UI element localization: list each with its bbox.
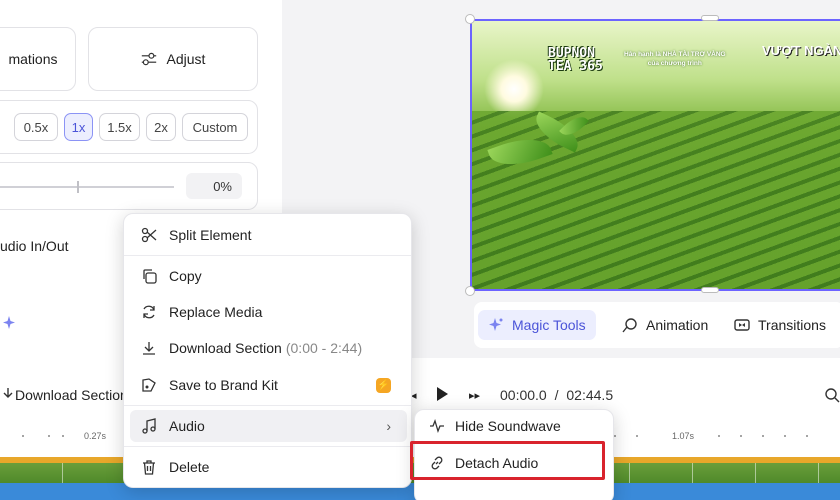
ruler-label: 1.07s — [672, 431, 695, 441]
sparkle-icon[interactable] — [2, 315, 18, 331]
scissors-icon — [141, 227, 157, 243]
refresh-icon — [141, 304, 157, 320]
video-preview[interactable]: BUPNON TEA 365 Hân hạnh là NHÀ TÀI TRỢ V… — [470, 19, 840, 291]
trash-icon — [141, 459, 157, 475]
menu-divider — [124, 255, 411, 256]
download-section-label[interactable]: Download Section — [15, 387, 128, 403]
submenu-item-partial — [421, 482, 609, 500]
time-separator: / — [554, 387, 559, 403]
menu-divider — [124, 446, 411, 447]
save-brand-kit-label: Save to Brand Kit — [169, 377, 278, 393]
resize-handle-bottom[interactable] — [701, 287, 719, 293]
copy-icon — [141, 268, 157, 284]
partial-icon — [429, 490, 445, 500]
music-note-icon — [141, 418, 157, 434]
transitions-label: Transitions — [758, 317, 826, 333]
current-time: 00:00.0 — [500, 387, 547, 403]
tea-field-rows — [472, 111, 840, 289]
speed-0.5x-button[interactable]: 0.5x — [14, 113, 58, 141]
audio-label: Audio — [169, 418, 205, 434]
animation-button[interactable]: Animation — [612, 310, 718, 340]
menu-item-split-element[interactable]: Split Element — [130, 219, 407, 251]
fast-forward-icon[interactable]: ▸▸ — [469, 389, 480, 402]
volume-slider-thumb[interactable] — [77, 181, 79, 193]
magic-tools-label: Magic Tools — [512, 317, 586, 333]
download-icon[interactable] — [0, 386, 16, 402]
menu-item-save-brand-kit[interactable]: Save to Brand Kit ⚡ — [130, 369, 407, 401]
brand-logo-vuot-ngan: VƯỢT NGÀN — [762, 43, 840, 58]
brand-kit-icon — [141, 377, 157, 393]
tools-bar: Magic Tools Animation Transitions — [474, 302, 840, 348]
menu-divider — [124, 405, 411, 406]
menu-item-audio[interactable]: Audio › — [130, 410, 407, 442]
sparkle-icon — [488, 317, 504, 333]
ruler-label: 0.27s — [84, 431, 107, 441]
split-element-label: Split Element — [169, 227, 252, 243]
download-range: (0:00 - 2:44) — [285, 340, 363, 356]
delete-label: Delete — [169, 459, 210, 475]
magic-tools-button[interactable]: Magic Tools — [478, 310, 596, 340]
brand-logo-bupnon: BUPNON TEA 365 — [548, 46, 603, 74]
zoom-icon[interactable] — [824, 387, 840, 403]
menu-item-download-section[interactable]: Download Section (0:00 - 2:44) — [130, 332, 407, 364]
resize-handle-top-left[interactable] — [465, 14, 475, 24]
speed-2x-button[interactable]: 2x — [146, 113, 176, 141]
download-icon — [141, 340, 157, 356]
sliders-icon — [141, 51, 157, 67]
timecode: 00:00.0 / 02:44.5 — [500, 387, 613, 403]
transitions-button[interactable]: Transitions — [724, 310, 836, 340]
adjust-button[interactable]: Adjust — [88, 27, 258, 91]
menu-item-replace-media[interactable]: Replace Media — [130, 296, 407, 328]
sponsor-text: Hân hạnh là NHÀ TÀI TRỢ VÀNG của chương … — [624, 51, 726, 67]
resize-handle-bottom-left[interactable] — [465, 286, 475, 296]
highlight-annotation — [410, 441, 605, 480]
menu-item-delete[interactable]: Delete — [130, 451, 407, 483]
adjust-label: Adjust — [166, 51, 206, 67]
copy-label: Copy — [169, 268, 202, 284]
menu-item-copy[interactable]: Copy — [130, 260, 407, 292]
animation-icon — [622, 317, 638, 333]
volume-percent-field[interactable]: 0% — [186, 173, 242, 199]
speed-1.5x-button[interactable]: 1.5x — [99, 113, 140, 141]
chevron-right-icon: › — [386, 418, 391, 434]
resize-handle-top[interactable] — [701, 15, 719, 21]
animation-label: Animation — [646, 317, 709, 333]
hide-soundwave-label: Hide Soundwave — [455, 418, 561, 434]
animations-button[interactable]: mations — [0, 27, 76, 91]
play-button[interactable] — [437, 387, 448, 401]
audio-inout-label: udio In/Out — [0, 238, 69, 254]
animations-label: mations — [8, 51, 58, 67]
replace-media-label: Replace Media — [169, 304, 263, 320]
sun-glow — [484, 59, 544, 119]
volume-slider-track[interactable] — [0, 186, 174, 188]
submenu-item-hide-soundwave[interactable]: Hide Soundwave — [421, 410, 609, 442]
context-menu: Split Element Copy Replace Media Downloa… — [123, 213, 412, 488]
total-time: 02:44.5 — [566, 387, 614, 403]
download-section-label: Download Section — [169, 340, 282, 356]
transitions-icon — [734, 317, 750, 333]
lightning-badge-icon: ⚡ — [376, 377, 391, 393]
soundwave-icon — [429, 418, 445, 434]
speed-custom-button[interactable]: Custom — [182, 113, 248, 141]
speed-1x-button[interactable]: 1x — [64, 113, 93, 141]
